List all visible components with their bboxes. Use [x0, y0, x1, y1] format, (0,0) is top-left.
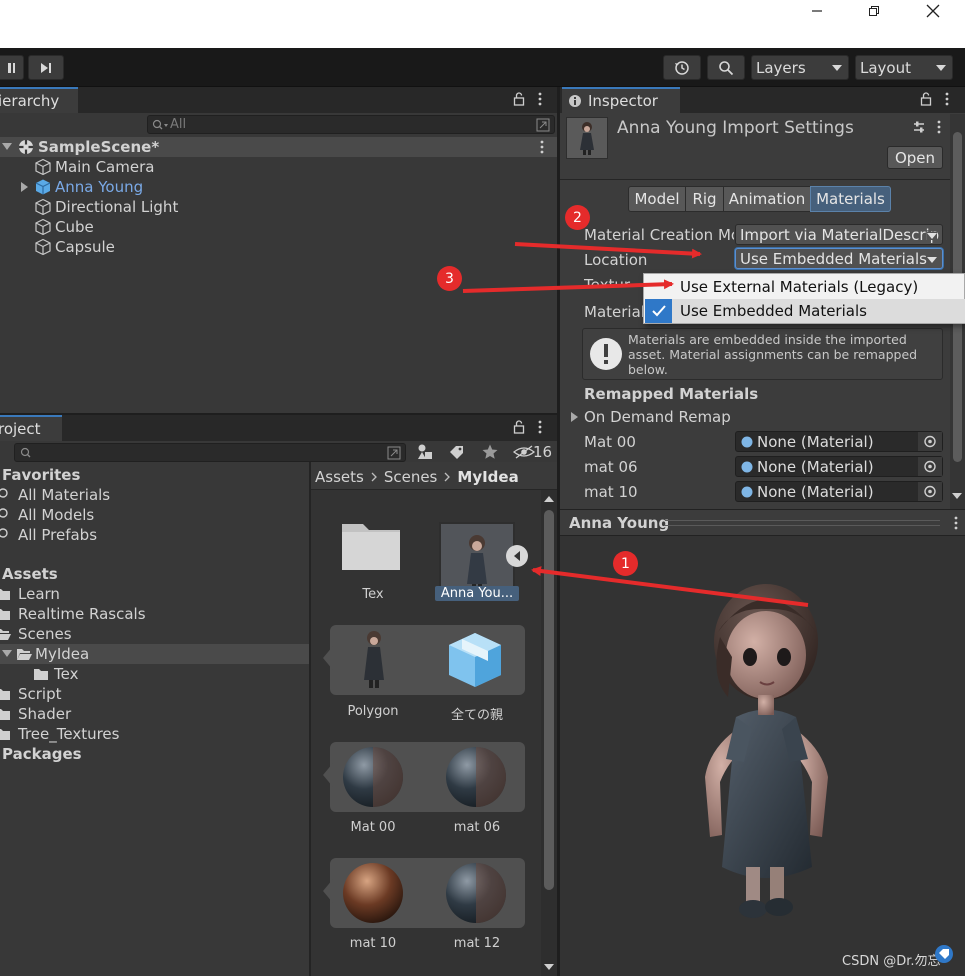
annotation-badge-2: 2: [565, 205, 590, 230]
tag-icon: [935, 945, 953, 963]
annotation-arrow-1: [531, 566, 809, 607]
annotation-badge-3: 3: [437, 266, 462, 291]
annotation-badge-1: 1: [613, 551, 638, 576]
annotation-overlay: [462, 242, 809, 607]
annotation-arrow-3: [462, 279, 674, 293]
watermark-text: CSDN @Dr.勿忘: [842, 954, 941, 969]
annotation-arrow-2: [514, 242, 702, 259]
